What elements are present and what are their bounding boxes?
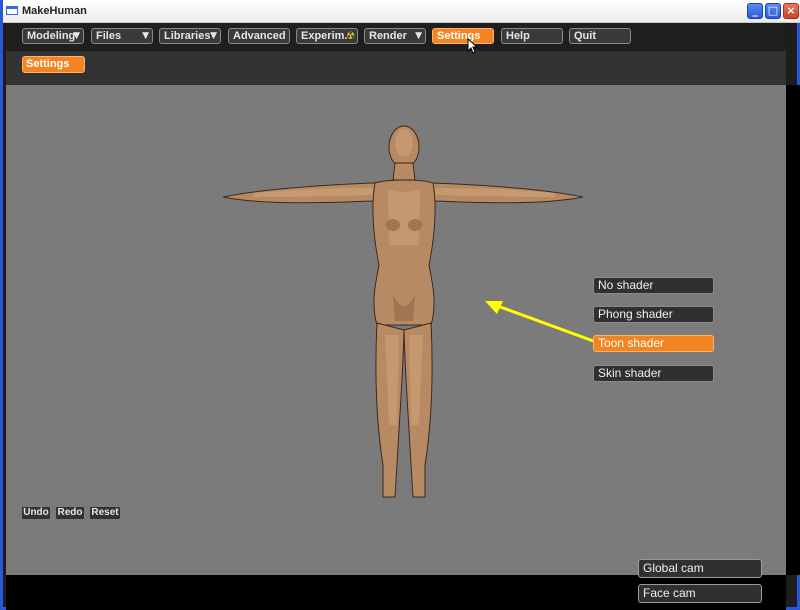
- radiation-icon: ☢: [346, 31, 355, 42]
- minimize-icon[interactable]: _: [747, 3, 763, 19]
- menu-settings[interactable]: Settings: [432, 28, 494, 44]
- face-cam-button[interactable]: Face cam: [638, 584, 762, 603]
- menu-render-label: Render: [369, 30, 407, 42]
- app-icon: [6, 6, 18, 15]
- skin-shader-button[interactable]: Skin shader: [593, 365, 714, 382]
- menu-help[interactable]: Help: [501, 28, 563, 44]
- undo-label: Undo: [23, 507, 49, 518]
- phong-shader-button[interactable]: Phong shader: [593, 306, 714, 323]
- 3d-viewport[interactable]: No shader Phong shader Toon shader Skin …: [6, 85, 786, 575]
- menu-quit[interactable]: Quit: [569, 28, 631, 44]
- toon-shader-button[interactable]: Toon shader: [593, 335, 714, 352]
- toon-shader-label: Toon shader: [598, 336, 665, 350]
- menu-files-label: Files: [96, 30, 122, 42]
- menu-advanced-label: Advanced: [233, 30, 286, 42]
- menu-libraries[interactable]: Libraries ▼: [159, 28, 221, 44]
- redo-label: Redo: [57, 507, 83, 518]
- maximize-icon[interactable]: □: [765, 3, 781, 19]
- dropdown-arrow-icon: ▼: [142, 31, 149, 41]
- menu-modeling[interactable]: Modeling ▼: [22, 28, 84, 44]
- skin-shader-label: Skin shader: [598, 366, 662, 380]
- mouse-cursor-icon: [467, 38, 479, 54]
- tab-settings[interactable]: Settings: [22, 56, 85, 73]
- menu-libraries-label: Libraries: [164, 30, 211, 42]
- undo-button[interactable]: Undo: [21, 506, 51, 520]
- phong-shader-label: Phong shader: [598, 307, 673, 321]
- main-toolbar: Modeling ▼ Files ▼ Libraries ▼ Advanced …: [6, 23, 786, 51]
- menu-advanced[interactable]: Advanced: [228, 28, 290, 44]
- tab-settings-label: Settings: [26, 58, 70, 70]
- redo-button[interactable]: Redo: [55, 506, 85, 520]
- title-bar[interactable]: MakeHuman _ □ ×: [3, 0, 800, 23]
- dropdown-arrow-icon: ▼: [73, 31, 80, 41]
- menu-modeling-label: Modeling: [27, 30, 76, 42]
- menu-render[interactable]: Render ▼: [364, 28, 426, 44]
- reset-label: Reset: [91, 507, 119, 518]
- side-panel: [786, 85, 800, 575]
- dropdown-arrow-icon: ▼: [415, 31, 422, 41]
- no-shader-button[interactable]: No shader: [593, 277, 714, 294]
- reset-button[interactable]: Reset: [89, 506, 121, 520]
- dropdown-arrow-icon: ▼: [210, 31, 217, 41]
- global-cam-button[interactable]: Global cam: [638, 559, 762, 578]
- no-shader-label: No shader: [598, 278, 654, 292]
- close-icon[interactable]: ×: [783, 3, 799, 19]
- menu-experimental-label: Experim.: [301, 30, 348, 42]
- menu-experimental[interactable]: Experim. ☢: [296, 28, 358, 44]
- annotation-arrow-icon: [485, 301, 597, 344]
- sub-toolbar: Settings: [6, 51, 786, 85]
- window-title: MakeHuman: [22, 5, 87, 17]
- menu-files[interactable]: Files ▼: [91, 28, 153, 44]
- app-window: MakeHuman _ □ × Modeling ▼ Files ▼ Libra…: [0, 0, 800, 610]
- menu-help-label: Help: [506, 30, 530, 42]
- menu-quit-label: Quit: [574, 30, 596, 42]
- global-cam-label: Global cam: [643, 561, 704, 575]
- face-cam-label: Face cam: [643, 586, 696, 600]
